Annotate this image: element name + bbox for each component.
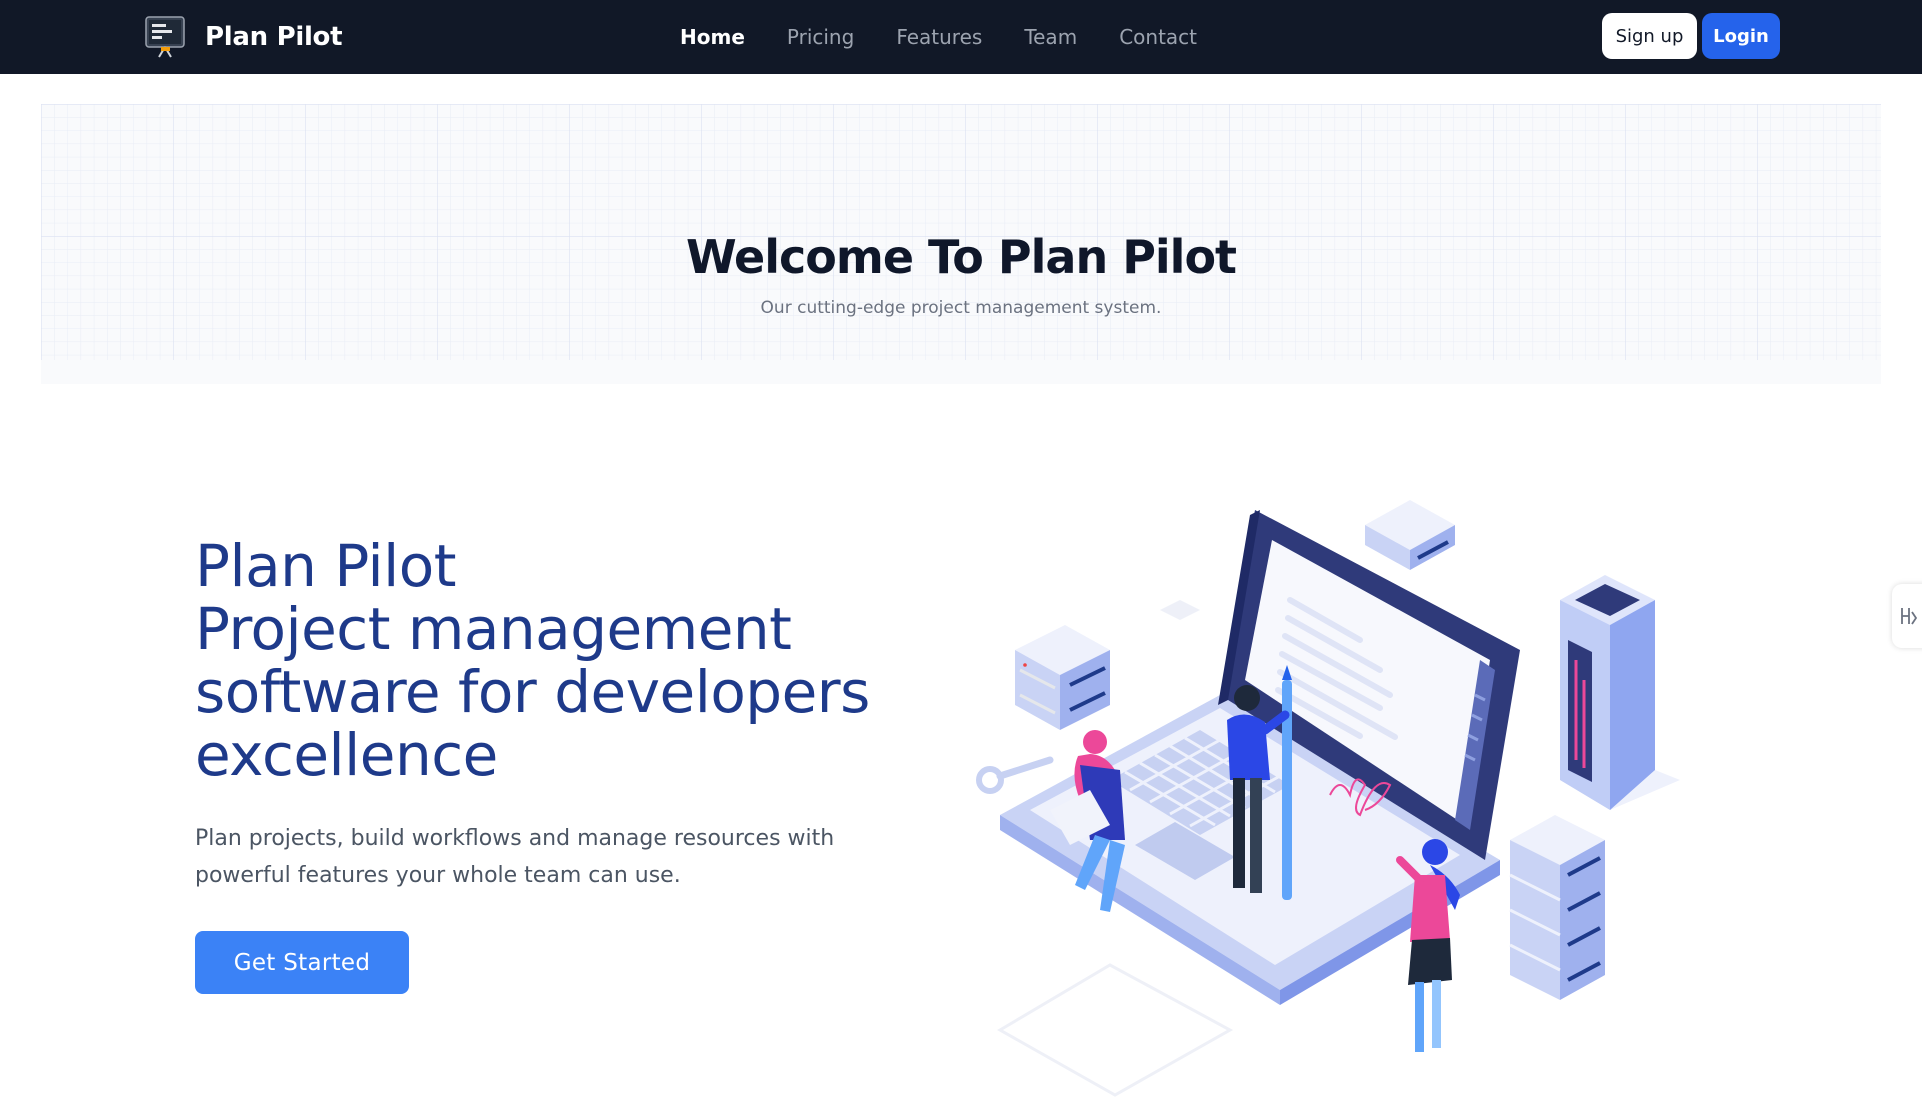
headline-line: software for developers [195, 658, 870, 726]
nav-link-team[interactable]: Team [1024, 25, 1077, 49]
hero-description: Plan projects, build workflows and manag… [195, 826, 835, 888]
hero-headline: Plan Pilot Project management software f… [195, 535, 955, 787]
signup-button[interactable]: Sign up [1602, 13, 1697, 59]
nav-link-pricing[interactable]: Pricing [787, 25, 854, 49]
presentation-board-icon [145, 16, 185, 58]
banner-subtitle: Our cutting-edge project management syst… [760, 298, 1162, 318]
nav-link-home[interactable]: Home [680, 25, 745, 49]
banner-title: Welcome To Plan Pilot [685, 230, 1237, 284]
top-navbar: Plan Pilot Home Pricing Features Team Co… [0, 0, 1922, 74]
brand-name: Plan Pilot [205, 22, 343, 52]
isometric-laptop-team-illustration [976, 500, 1680, 1097]
translate-icon [1901, 608, 1918, 625]
headline-line: Project management [195, 595, 792, 663]
brand[interactable]: Plan Pilot [144, 14, 343, 60]
headline-line: excellence [195, 721, 498, 789]
nav-link-contact[interactable]: Contact [1119, 25, 1197, 49]
login-button[interactable]: Login [1702, 13, 1780, 59]
headline-line: Plan Pilot [195, 532, 456, 600]
main-nav: Home Pricing Features Team Contact [680, 0, 1239, 74]
nav-link-features[interactable]: Features [896, 25, 982, 49]
side-translate-tab[interactable] [1892, 584, 1922, 648]
get-started-button[interactable]: Get Started [195, 931, 409, 994]
